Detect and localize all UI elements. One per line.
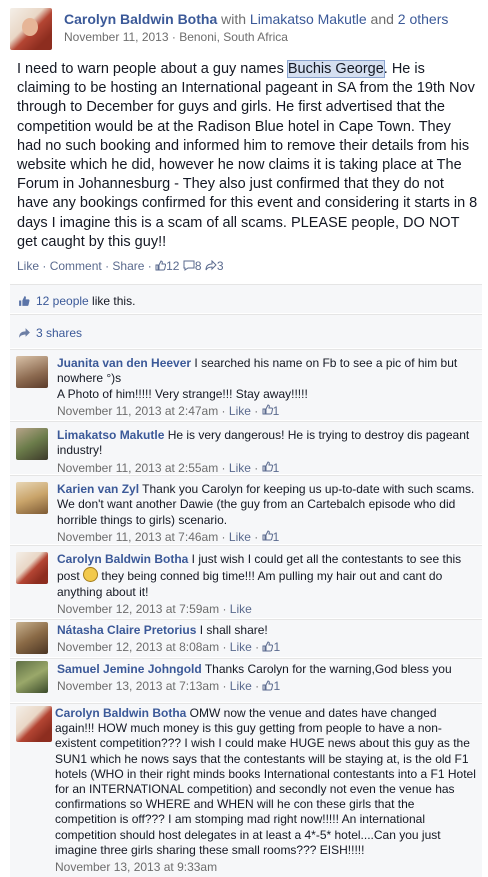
post-body: I need to warn people about a guy names … [17, 60, 479, 252]
comment-like-count[interactable]: 1 [273, 679, 280, 693]
comment: Carolyn Baldwin Botha OMW now the venue … [10, 703, 482, 877]
comment-time[interactable]: November 11, 2013 at 2:47am [57, 404, 218, 418]
likes-suffix: like this. [88, 294, 136, 308]
likes-summary: 12 people like this. [10, 284, 482, 313]
commenter-name[interactable]: Karien van Zyl [57, 482, 139, 496]
and-text: and [370, 11, 394, 27]
comment-icon [183, 260, 195, 274]
commenter-name[interactable]: Carolyn Baldwin Botha [55, 706, 186, 720]
comment: Karien van Zyl Thank you Carolyn for kee… [10, 475, 482, 544]
highlighted-name: Buchis George [286, 60, 385, 78]
thumbs-up-icon [262, 680, 274, 695]
action-dot-3: · [147, 259, 152, 273]
thumbs-up-icon [262, 530, 273, 545]
comment-like-count[interactable]: 1 [273, 640, 280, 654]
commenter-name[interactable]: Juanita van den Heever [57, 356, 191, 370]
commenter-avatar[interactable] [16, 482, 48, 514]
author-avatar[interactable] [10, 8, 52, 50]
thumbs-up-icon [18, 294, 30, 312]
comment-text-continued: they being conned big time!!! Am pulling… [57, 569, 443, 599]
comment-like-link[interactable]: Like [229, 461, 251, 475]
comment-meta: November 12, 2013 at 7:59am · Like [57, 602, 252, 617]
meta-separator: · [171, 30, 176, 44]
shares-link[interactable]: 3 shares [36, 326, 82, 340]
author-line: Carolyn Baldwin Botha with Limakatso Mak… [64, 10, 448, 28]
likers-link[interactable]: 12 people [36, 294, 89, 308]
comment-meta: November 11, 2013 at 7:46am · Like · 1 [57, 530, 280, 545]
comment-time[interactable]: November 11, 2013 at 7:46am [57, 530, 218, 544]
comment-text: OMW now the venue and dates have changed… [55, 706, 476, 857]
others-link[interactable]: 2 others [398, 11, 449, 27]
share-count[interactable]: 3 [217, 259, 224, 273]
comment-meta: November 11, 2013 at 2:47am · Like · 1 [57, 404, 280, 419]
thumbs-up-icon [155, 260, 167, 274]
commenter-name[interactable]: Samuel Jemine Johngold [57, 662, 202, 676]
comment-like-link[interactable]: Like [230, 679, 252, 693]
comment-text-line-2: A Photo of him!!!!! Very strange!!! Stay… [57, 386, 308, 401]
commenter-name[interactable]: Limakatso Makutle [57, 428, 164, 442]
post-text-end: . He is claiming to be hosting an Intern… [17, 61, 478, 250]
action-dot-2: · [105, 259, 110, 273]
commenter-avatar[interactable] [16, 428, 48, 460]
share-icon [205, 259, 217, 274]
like-count[interactable]: 12 [166, 259, 179, 273]
post-location[interactable]: Benoni, South Africa [179, 30, 288, 44]
comment-link[interactable]: Comment [50, 259, 102, 273]
comment-like-count[interactable]: 1 [273, 530, 280, 544]
commenter-avatar[interactable] [16, 552, 48, 584]
post-actions: Like · Comment · Share · 12 8 3 [17, 259, 224, 274]
commenter-name[interactable]: Carolyn Baldwin Botha [57, 552, 188, 566]
comment-meta: November 12, 2013 at 8:08am · Like · 1 [57, 640, 281, 656]
comment-meta: November 13, 2013 at 9:33am [55, 860, 477, 875]
unsure-face-icon [83, 567, 99, 583]
share-icon [18, 326, 31, 344]
comment-time[interactable]: November 13, 2013 at 7:13am [57, 679, 219, 693]
comment-like-count[interactable]: 1 [273, 404, 280, 418]
comment-meta: November 13, 2013 at 7:13am · Like · 1 [57, 679, 281, 695]
commenter-name[interactable]: Nátasha Claire Pretorius [57, 623, 196, 637]
with-text: with [221, 11, 247, 27]
tagged-friend[interactable]: Limakatso Makutle [250, 11, 367, 27]
comment-text: Thanks Carolyn for the warning,God bless… [201, 662, 452, 676]
commenter-avatar[interactable] [16, 356, 48, 388]
comment-count[interactable]: 8 [195, 259, 202, 273]
share-link[interactable]: Share [112, 259, 144, 273]
commenter-avatar[interactable] [16, 622, 48, 654]
comment: Nátasha Claire Pretorius I shall share! … [10, 619, 482, 657]
comment-text: I shall share! [196, 623, 268, 637]
action-dot-1: · [42, 259, 47, 273]
comment: Limakatso Makutle He is very dangerous! … [10, 421, 482, 475]
post-date[interactable]: November 11, 2013 [64, 30, 169, 44]
comment: Juanita van den Heever I searched his na… [10, 349, 482, 420]
comment-like-link[interactable]: Like [229, 530, 251, 544]
thumbs-up-icon [262, 641, 274, 656]
comment-time[interactable]: November 12, 2013 at 8:08am [57, 640, 219, 654]
commenter-avatar[interactable] [16, 706, 52, 742]
comment-like-link[interactable]: Like [229, 404, 251, 418]
shares-summary: 3 shares [10, 314, 482, 348]
comment-like-link[interactable]: Like [230, 640, 252, 654]
comment: Carolyn Baldwin Botha I just wish I coul… [10, 545, 482, 618]
post-meta: November 11, 2013 · Benoni, South Africa [64, 30, 448, 44]
comment-time[interactable]: November 12, 2013 at 7:59am [57, 602, 219, 616]
comment-meta: November 11, 2013 at 2:55am · Like · 1 [57, 460, 280, 475]
comment-like-link[interactable]: Like [230, 602, 252, 616]
post-text-start: I need to warn people about a guy names [17, 61, 288, 77]
comment-like-count[interactable]: 1 [273, 461, 280, 475]
commenter-avatar[interactable] [16, 661, 48, 693]
thumbs-up-icon [262, 404, 273, 419]
author-name[interactable]: Carolyn Baldwin Botha [64, 11, 217, 27]
post-header: Carolyn Baldwin Botha with Limakatso Mak… [0, 0, 488, 60]
comment-time[interactable]: November 11, 2013 at 2:55am [57, 461, 218, 475]
comment: Samuel Jemine Johngold Thanks Carolyn fo… [10, 658, 482, 702]
like-link[interactable]: Like [17, 259, 39, 273]
comment-time[interactable]: November 13, 2013 at 9:33am [55, 860, 217, 874]
